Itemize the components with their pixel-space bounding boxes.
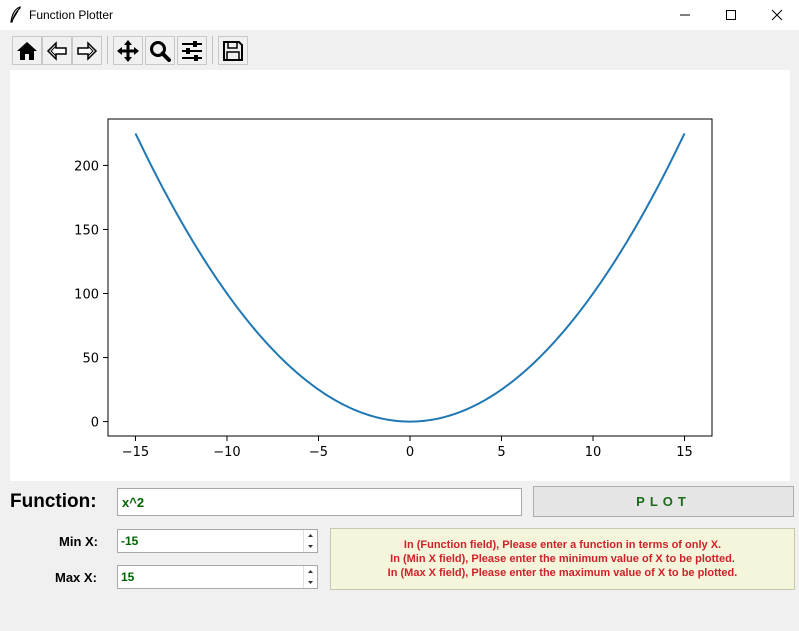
min-x-spin-arrows <box>303 530 317 552</box>
close-icon <box>771 9 783 21</box>
min-x-label: Min X: <box>59 534 98 549</box>
max-x-spinbox[interactable] <box>117 565 318 589</box>
instructions-box: In (Function field), Please enter a func… <box>330 528 795 590</box>
x-tick-label: 0 <box>406 445 414 460</box>
max-x-spin-arrows <box>303 566 317 588</box>
close-button[interactable] <box>754 0 799 30</box>
series-line <box>134 132 686 423</box>
y-tick-label: 150 <box>74 223 99 238</box>
max-x-label: Max X: <box>55 570 97 585</box>
axes-frame <box>107 118 713 437</box>
toolbar-separator <box>212 36 213 64</box>
y-tick-label: 100 <box>74 288 99 303</box>
instruction-line: In (Function field), Please enter a func… <box>403 539 722 551</box>
save-icon <box>223 40 243 61</box>
forward-button[interactable] <box>72 36 102 65</box>
toolbar-separator <box>107 36 108 64</box>
spin-down-icon[interactable] <box>304 541 317 552</box>
x-tick-label: 15 <box>676 445 693 460</box>
back-arrow-icon <box>46 40 67 61</box>
zoom-button[interactable] <box>145 36 175 65</box>
maximize-icon <box>726 10 736 20</box>
navigation-toolbar <box>0 30 799 70</box>
spin-up-icon[interactable] <box>304 530 317 541</box>
home-button[interactable] <box>12 36 42 65</box>
maximize-button[interactable] <box>708 0 754 30</box>
sliders-icon <box>182 40 202 61</box>
function-chart: −15 −10 −5 0 5 10 15050100150200 <box>74 118 713 460</box>
function-input[interactable] <box>117 488 522 516</box>
x-tick-label: −15 <box>122 445 149 460</box>
window-title: Function Plotter <box>29 8 114 22</box>
max-x-input[interactable] <box>118 566 304 588</box>
zoom-icon <box>150 40 171 62</box>
forward-arrow-icon <box>77 40 98 61</box>
y-tick-label: 200 <box>74 159 99 174</box>
minimize-icon <box>680 14 690 16</box>
x-tick-label: 5 <box>497 445 505 460</box>
plot-button[interactable]: PLOT <box>533 486 794 517</box>
x-tick-label: −10 <box>213 445 240 460</box>
min-x-input[interactable] <box>118 530 304 552</box>
move-icon <box>117 39 139 62</box>
title-bar: Function Plotter <box>0 0 799 30</box>
back-button[interactable] <box>42 36 72 65</box>
spin-up-icon[interactable] <box>304 566 317 577</box>
pan-button[interactable] <box>113 36 143 65</box>
min-x-spinbox[interactable] <box>117 529 318 553</box>
home-icon <box>17 41 37 60</box>
feather-icon <box>10 6 21 23</box>
y-tick-label: 50 <box>82 352 99 367</box>
function-label: Function: <box>10 491 97 512</box>
configure-button[interactable] <box>177 36 207 65</box>
minimize-button[interactable] <box>662 0 708 30</box>
save-button[interactable] <box>218 36 248 65</box>
instruction-line: In (Max X field), Please enter the maxim… <box>387 567 738 579</box>
instruction-line: In (Min X field), Please enter the minim… <box>390 553 735 565</box>
spin-down-icon[interactable] <box>304 577 317 588</box>
y-tick-label: 0 <box>91 416 99 431</box>
x-tick-label: 10 <box>585 445 602 460</box>
plot-canvas[interactable]: −15 −10 −5 0 5 10 15 0 50 100 150 200 <box>10 70 790 481</box>
x-tick-label: −5 <box>309 445 328 460</box>
